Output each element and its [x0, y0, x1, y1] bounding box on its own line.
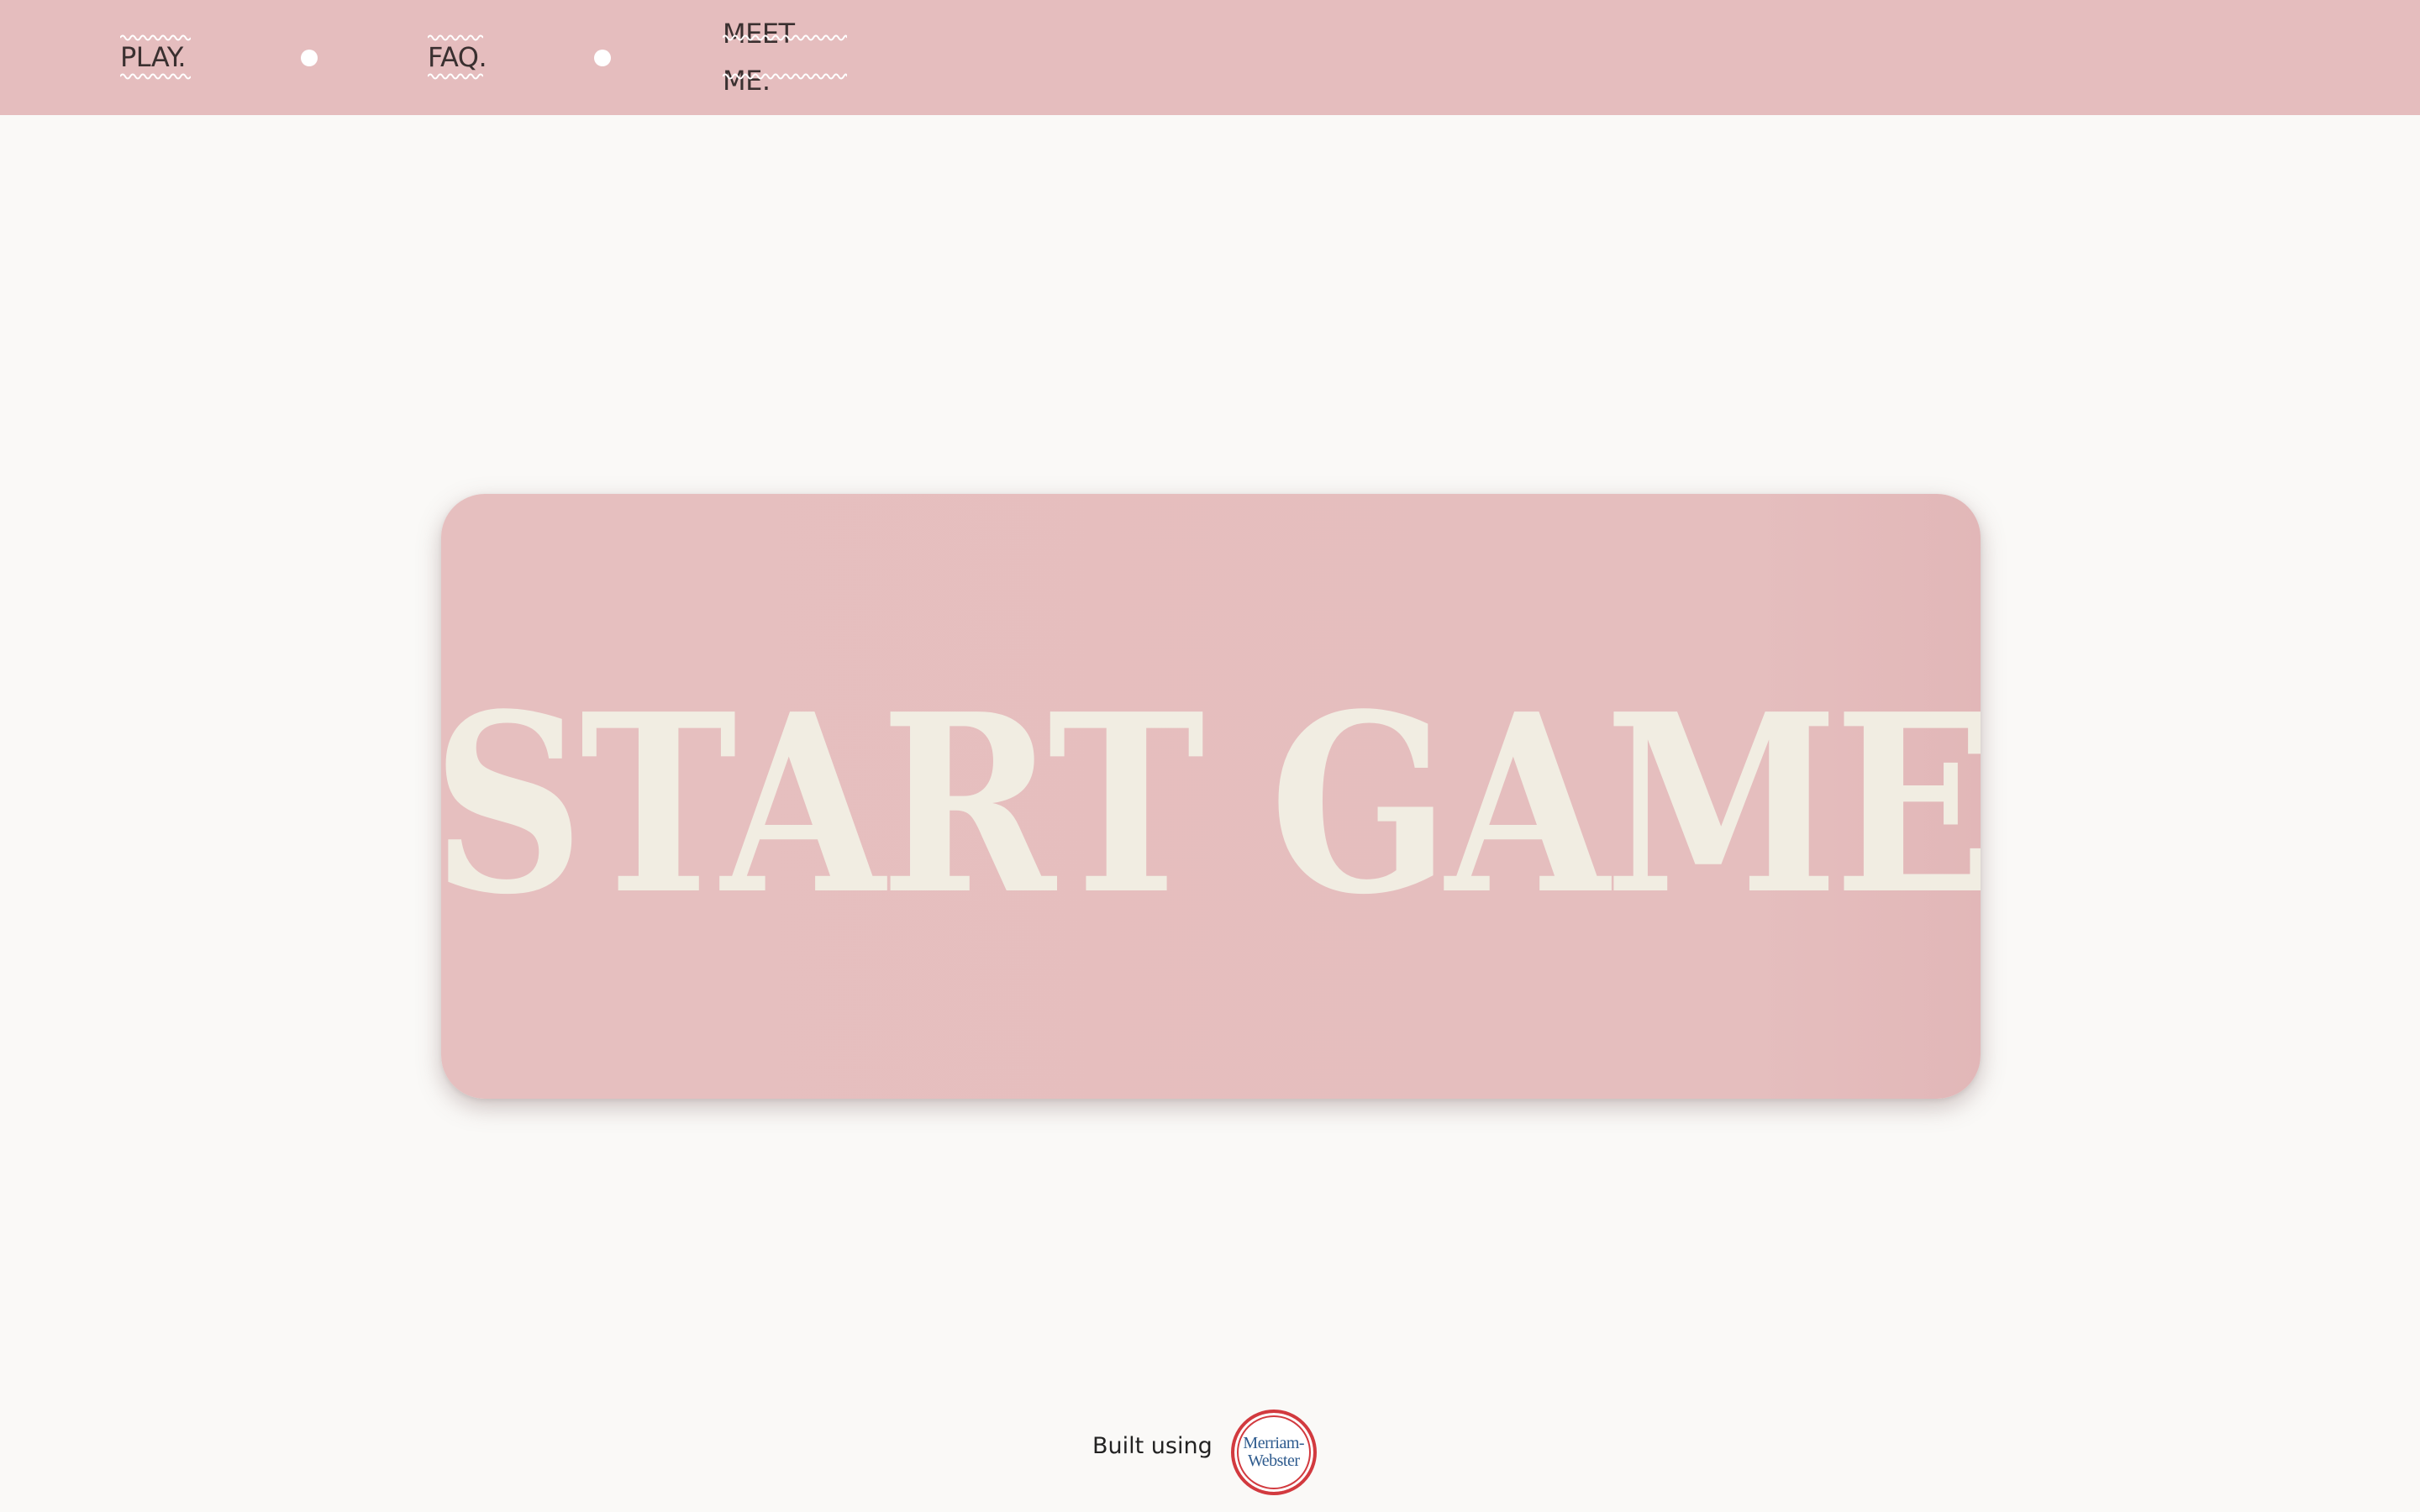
nav-separator-dot — [301, 50, 318, 66]
wavy-underline-decoration — [120, 34, 191, 41]
nav-link-play[interactable]: PLAY. — [120, 34, 191, 81]
nav-separator-dot — [594, 50, 611, 66]
top-nav-bar: PLAY. FAQ. MEET ME. — [0, 0, 2420, 115]
wavy-underline-decoration — [723, 34, 847, 41]
nav-link-label: MEET ME. — [723, 18, 795, 97]
wavy-underline-decoration — [120, 73, 191, 80]
merriam-webster-logo[interactable]: Merriam- Webster — [1230, 1410, 1317, 1495]
built-using-text: Built using — [1092, 1432, 1213, 1459]
start-game-button[interactable]: START GAME — [441, 494, 1981, 1099]
wavy-underline-decoration — [723, 73, 847, 80]
footer: Built using Merriam- Webster — [1092, 1408, 1317, 1497]
nav-link-faq[interactable]: FAQ. — [428, 34, 487, 81]
wavy-underline-decoration — [428, 34, 483, 41]
nav-link-meet-me[interactable]: MEET ME. — [723, 18, 847, 97]
logo-text-line2: Webster — [1247, 1452, 1300, 1470]
wavy-underline-decoration — [428, 73, 483, 80]
start-game-label: START GAME — [441, 660, 1981, 948]
logo-text-line1: Merriam- — [1243, 1434, 1305, 1452]
